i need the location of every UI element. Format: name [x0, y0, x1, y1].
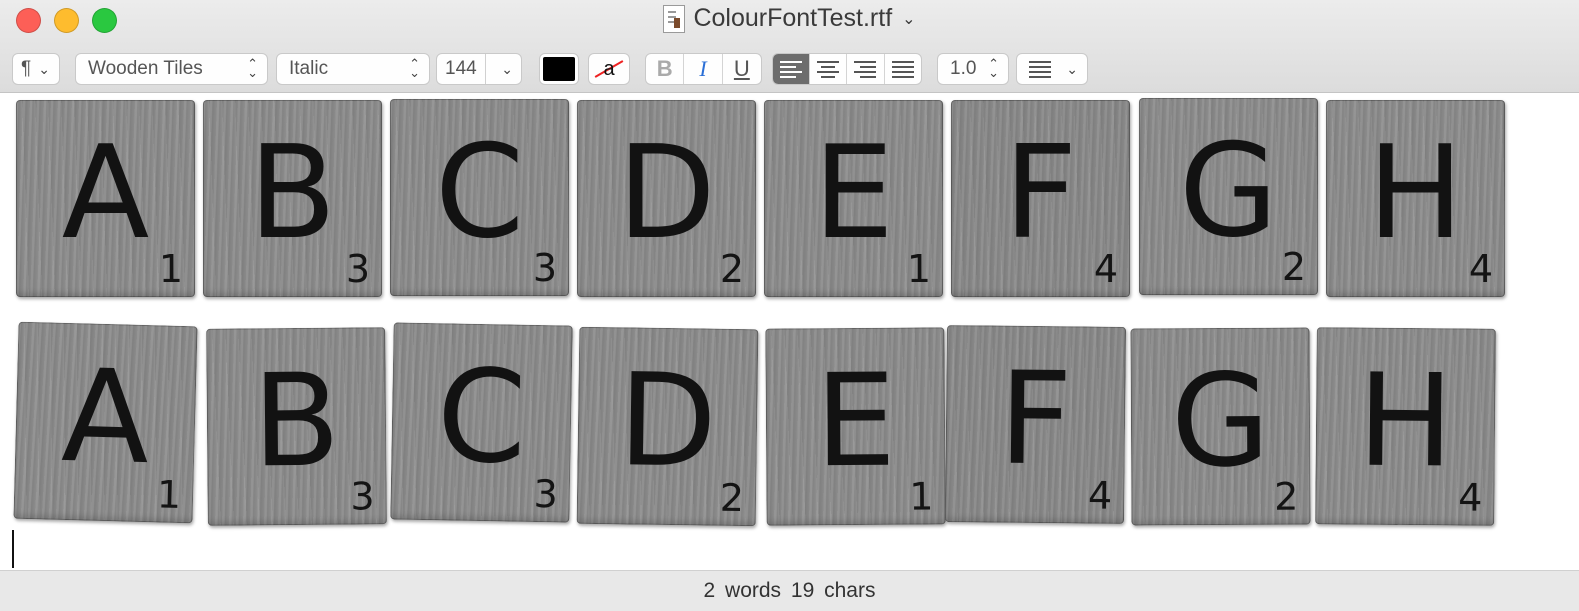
up-down-arrows-icon: ⌃ ⌄ [247, 56, 258, 80]
tile-score: 4 [1087, 473, 1113, 518]
text-color-swatch [543, 57, 575, 81]
tile-letter: H [1356, 346, 1455, 497]
tile-score: 3 [345, 247, 370, 291]
tile-letter: G [1178, 117, 1279, 266]
font-family-value: Wooden Tiles [88, 58, 203, 79]
tile-score: 2 [1281, 245, 1306, 289]
bold-button[interactable]: B [646, 54, 685, 84]
tile-score: 3 [532, 246, 557, 290]
tile: E1 [764, 100, 943, 297]
tile-letter: C [435, 342, 528, 493]
tile: G2 [1139, 98, 1318, 295]
up-down-arrows-icon: ⌃ ⌄ [409, 56, 420, 80]
status-bar: 2 words 19 chars [0, 570, 1579, 611]
font-style-popup[interactable]: Italic ⌃ ⌄ [276, 53, 430, 85]
line-spacing-popup[interactable]: 1.0 ⌃ ⌄ [937, 53, 1009, 85]
tile: E1 [765, 327, 946, 526]
align-left-icon [779, 60, 802, 78]
tile-letter: A [59, 341, 152, 494]
document-icon [663, 4, 686, 33]
tile: H4 [1315, 327, 1496, 526]
tile-score: 1 [909, 474, 934, 519]
tile: F4 [951, 100, 1130, 297]
combo-divider [485, 54, 486, 84]
title-menu-chevron-icon[interactable]: ⌄ [902, 9, 915, 29]
document-text-area[interactable]: A1 B3 C3 D2 E1 F4 G2 H4 A1 B3 C3 D2 E1 F… [0, 94, 1579, 570]
tile-score: 1 [906, 247, 931, 291]
tile-score: 2 [719, 247, 744, 291]
tile-score: 3 [533, 471, 559, 517]
up-down-arrows-icon: ⌃ ⌄ [988, 56, 999, 80]
chevron-down-icon: ⌄ [38, 61, 50, 77]
font-size-value: 144 [445, 58, 477, 79]
tile: A1 [16, 100, 195, 297]
textedit-window: ColourFontTest.rtf ⌄ ¶ ⌄ Wooden Tiles ⌃ ⌄… [0, 0, 1579, 611]
title-toolbar-area: ColourFontTest.rtf ⌄ ¶ ⌄ Wooden Tiles ⌃ ⌄… [0, 0, 1579, 93]
font-family-popup[interactable]: Wooden Tiles ⌃ ⌄ [75, 53, 268, 85]
tile-letter: D [617, 346, 718, 497]
list-style-popup[interactable]: ⌄ [1016, 53, 1088, 85]
tile-score: 4 [1458, 475, 1483, 520]
paragraph-style-popup[interactable]: ¶ ⌄ [12, 53, 60, 85]
font-style-value: Italic [289, 58, 329, 79]
bold-italic-underline-group: B I U [645, 53, 762, 85]
tile: F4 [944, 325, 1127, 524]
window-title[interactable]: ColourFontTest.rtf ⌄ [0, 4, 1579, 33]
tile: H4 [1326, 100, 1505, 297]
tile-letter: F [997, 344, 1074, 495]
italic-button[interactable]: I [684, 54, 723, 84]
tile-letter: H [1367, 119, 1464, 268]
word-char-count: 2 words 19 chars [703, 579, 876, 602]
tile: C3 [390, 99, 569, 296]
tile: G2 [1130, 327, 1311, 526]
tile: C3 [390, 322, 573, 523]
tile-letter: B [248, 119, 337, 268]
tile: A1 [13, 321, 198, 524]
tile-score: 4 [1468, 247, 1493, 291]
justify-icon [891, 60, 914, 78]
align-center-icon [816, 60, 839, 78]
highlight-color-well[interactable]: a [588, 53, 630, 85]
font-size-combo[interactable]: 144 ⌄ [436, 53, 522, 85]
line-spacing-value: 1.0 [950, 58, 977, 79]
align-right-icon [854, 60, 877, 78]
tile-letter: G [1170, 346, 1271, 497]
chevron-down-icon: ⌄ [1066, 61, 1078, 77]
list-bullets-icon [1029, 60, 1051, 78]
tile-score: 2 [719, 475, 745, 521]
tile-letter: E [814, 346, 897, 497]
justify-button[interactable] [885, 54, 921, 84]
tile: B3 [203, 100, 382, 297]
tile: D2 [576, 326, 759, 527]
tile-letter: B [251, 346, 342, 497]
font-size-chevron-icon[interactable]: ⌄ [501, 61, 513, 78]
tile: D2 [577, 100, 756, 297]
text-caret [12, 530, 14, 568]
align-left-button[interactable] [773, 54, 810, 84]
align-center-button[interactable] [810, 54, 848, 84]
paragraph-icon: ¶ [21, 58, 32, 79]
tile-letter: A [61, 119, 150, 268]
tile-score: 4 [1093, 247, 1118, 291]
window-title-text: ColourFontTest.rtf [693, 4, 893, 32]
tile-letter: E [813, 119, 894, 268]
tile-score: 1 [158, 247, 183, 291]
tile-score: 1 [156, 472, 182, 517]
tile-letter: C [434, 118, 525, 267]
tile: B3 [206, 327, 387, 526]
text-color-well[interactable] [539, 53, 579, 85]
format-toolbar: ¶ ⌄ Wooden Tiles ⌃ ⌄ Italic ⌃ ⌄ 144 ⌄ a … [12, 53, 1572, 85]
tile-score: 2 [1274, 474, 1299, 519]
underline-button[interactable]: U [723, 54, 761, 84]
tile-score: 3 [350, 474, 375, 519]
tile-letter: D [617, 119, 716, 268]
highlight-glyph: a [603, 57, 615, 80]
tile-letter: F [1003, 119, 1078, 268]
alignment-group [772, 53, 922, 85]
align-right-button[interactable] [847, 54, 885, 84]
